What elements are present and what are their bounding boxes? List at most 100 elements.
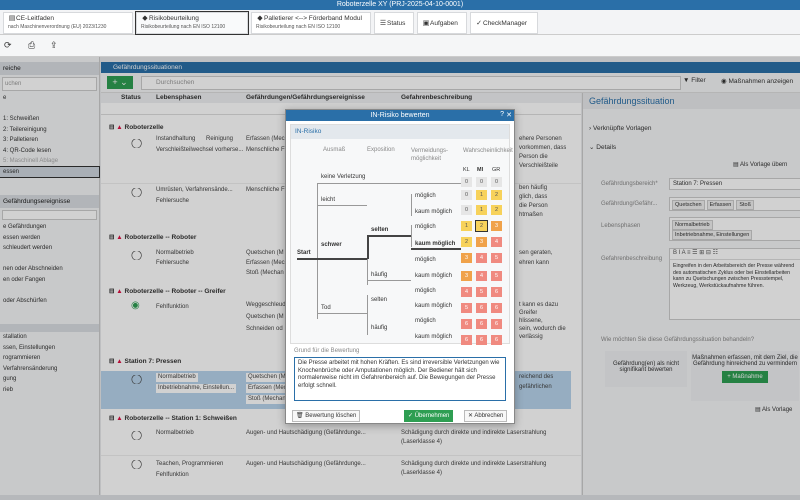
avoid-barely[interactable]: kaum möglich — [415, 209, 452, 215]
risk-cell[interactable]: 6 — [476, 319, 487, 329]
exposure-frequent[interactable]: häufig — [371, 325, 387, 331]
avoid-possible[interactable]: möglich — [415, 193, 436, 199]
avoid-barely[interactable]: kaum möglich — [415, 334, 452, 340]
avoid-possible[interactable]: möglich — [415, 288, 436, 294]
tree-line — [367, 295, 368, 335]
tab-checkmanager[interactable]: ✓CheckManager — [470, 12, 538, 34]
risk-cell[interactable]: 5 — [491, 253, 502, 263]
extent-severe[interactable]: schwer — [321, 242, 342, 248]
apply-button[interactable]: ✓ Übernehmen — [404, 410, 454, 422]
reason-label: Grund für die Bewertung — [294, 348, 360, 354]
document-icon: ▤ — [8, 15, 16, 22]
prob-head-gr: GR — [492, 167, 501, 173]
risk-cell[interactable]: 0 — [461, 177, 472, 187]
risk-cell[interactable]: 3 — [461, 271, 472, 281]
risk-cell[interactable]: 6 — [491, 319, 502, 329]
risk-cell[interactable]: 6 — [491, 303, 502, 313]
help-icon[interactable]: ? — [500, 111, 504, 118]
risk-cell[interactable]: 6 — [476, 303, 487, 313]
prob-head-kl: KL — [463, 167, 470, 173]
tree-line — [411, 194, 412, 216]
warning-shield-icon: ◆ — [142, 15, 148, 22]
tree-line-active — [411, 248, 461, 250]
risk-cell[interactable]: 6 — [491, 335, 502, 345]
avoid-barely[interactable]: kaum möglich — [415, 273, 452, 279]
reason-textarea[interactable]: Die Presse arbeitet mit hohen Kräften. E… — [294, 357, 506, 401]
task-icon: ▣ — [422, 20, 430, 27]
risk-cell[interactable]: 3 — [491, 221, 502, 231]
risk-cell[interactable]: 0 — [491, 177, 502, 187]
warning-shield-icon: ◆ — [257, 15, 263, 22]
risk-cell[interactable]: 5 — [491, 271, 502, 281]
tab-status[interactable]: ☰Status — [374, 12, 414, 34]
risk-cell[interactable]: 1 — [461, 221, 472, 231]
export-icon[interactable]: ⇪ — [50, 40, 58, 51]
column-exposure: Exposition — [367, 147, 395, 153]
tab-palletierer[interactable]: ◆Palletierer <--> Förderband Modul Risiko… — [251, 12, 371, 34]
cancel-button[interactable]: ✕ Abbrechen — [464, 410, 508, 422]
risk-cell[interactable]: 6 — [461, 335, 472, 345]
risk-cell[interactable]: 3 — [461, 253, 472, 263]
tree-line — [317, 183, 318, 319]
tab-aufgaben[interactable]: ▣Aufgaben — [417, 12, 467, 34]
risk-cell[interactable]: 0 — [461, 205, 472, 215]
avoid-possible[interactable]: möglich — [415, 318, 436, 324]
tree-line-active — [317, 258, 367, 260]
risk-cell[interactable]: 2 — [475, 220, 488, 232]
column-avoidance: Vermeidungs-möglichkeit — [411, 148, 449, 162]
risk-cell[interactable]: 6 — [461, 319, 472, 329]
risk-cell[interactable]: 0 — [461, 190, 472, 200]
print-icon[interactable]: ⎙ — [28, 40, 35, 51]
risk-cell[interactable]: 1 — [476, 190, 487, 200]
risk-assessment-dialog: IN-Risiko bewerten ? ✕ IN-Risiko Ausmaß … — [285, 109, 515, 424]
exposure-frequent[interactable]: häufig — [371, 272, 387, 278]
avoid-possible[interactable]: möglich — [415, 257, 436, 263]
risk-cell[interactable]: 2 — [461, 237, 472, 247]
risk-cell[interactable]: 4 — [491, 237, 502, 247]
list-icon: ☰ — [379, 20, 387, 27]
risk-matrix: 000012012123234345345456566666666 — [461, 177, 509, 345]
risk-cell[interactable]: 4 — [476, 253, 487, 263]
extent-light[interactable]: leicht — [321, 197, 335, 203]
risk-cell[interactable]: 2 — [491, 190, 502, 200]
tree-line — [317, 313, 367, 314]
extent-none[interactable]: keine Verletzung — [321, 174, 365, 180]
risk-cell[interactable]: 4 — [476, 271, 487, 281]
start-label: Start — [297, 250, 311, 256]
column-extent: Ausmaß — [323, 147, 346, 153]
risk-cell[interactable]: 3 — [476, 237, 487, 247]
check-icon: ✓ — [476, 20, 482, 27]
tree-line — [367, 280, 411, 281]
tab-risikobeurteilung[interactable]: ◆Risikobeurteilung Risikobeurteilung nach… — [135, 11, 249, 35]
delete-rating-button[interactable]: 🗑 Bewertung löschen — [292, 410, 361, 422]
column-probability: Wahrscheinlichkeit — [463, 148, 513, 154]
close-icon[interactable]: ✕ — [506, 111, 512, 119]
avoid-possible[interactable]: möglich — [415, 224, 436, 230]
exposure-rare[interactable]: selten — [371, 227, 388, 233]
risk-cell[interactable]: 0 — [476, 177, 487, 187]
tree-line — [317, 183, 462, 184]
risk-cell[interactable]: 5 — [461, 303, 472, 313]
risk-graph-area: IN-Risiko Ausmaß Exposition Vermeidungs-… — [290, 124, 513, 345]
risk-cell[interactable]: 5 — [476, 287, 487, 297]
risk-cell[interactable]: 6 — [476, 335, 487, 345]
document-tabs: ▤CE-Leitfaden nach Maschinenverordnung (E… — [0, 10, 800, 35]
tree-line — [411, 225, 412, 247]
main-toolbar: ⟳ ⎙ ⇪ — [0, 35, 800, 57]
prob-head-mi: MI — [477, 167, 484, 173]
exposure-rare[interactable]: selten — [371, 297, 387, 303]
tree-line-active — [367, 235, 369, 259]
risk-cell[interactable]: 1 — [476, 205, 487, 215]
tree-line-active — [367, 235, 411, 237]
risk-cell[interactable]: 4 — [461, 287, 472, 297]
window-title: Roboterzelle XY (PRJ-2025-04-10-0001) — [0, 0, 800, 10]
dialog-subtitle: IN-Risiko — [291, 125, 509, 139]
avoid-barely-selected[interactable]: kaum möglich — [415, 241, 455, 247]
risk-cell[interactable]: 2 — [491, 205, 502, 215]
risk-cell[interactable]: 6 — [491, 287, 502, 297]
extent-death[interactable]: Tod — [321, 305, 331, 311]
tab-ce-leitfaden[interactable]: ▤CE-Leitfaden nach Maschinenverordnung (E… — [3, 12, 133, 34]
refresh-icon[interactable]: ⟳ — [4, 40, 12, 51]
tree-line — [297, 258, 317, 260]
avoid-barely[interactable]: kaum möglich — [415, 303, 452, 309]
